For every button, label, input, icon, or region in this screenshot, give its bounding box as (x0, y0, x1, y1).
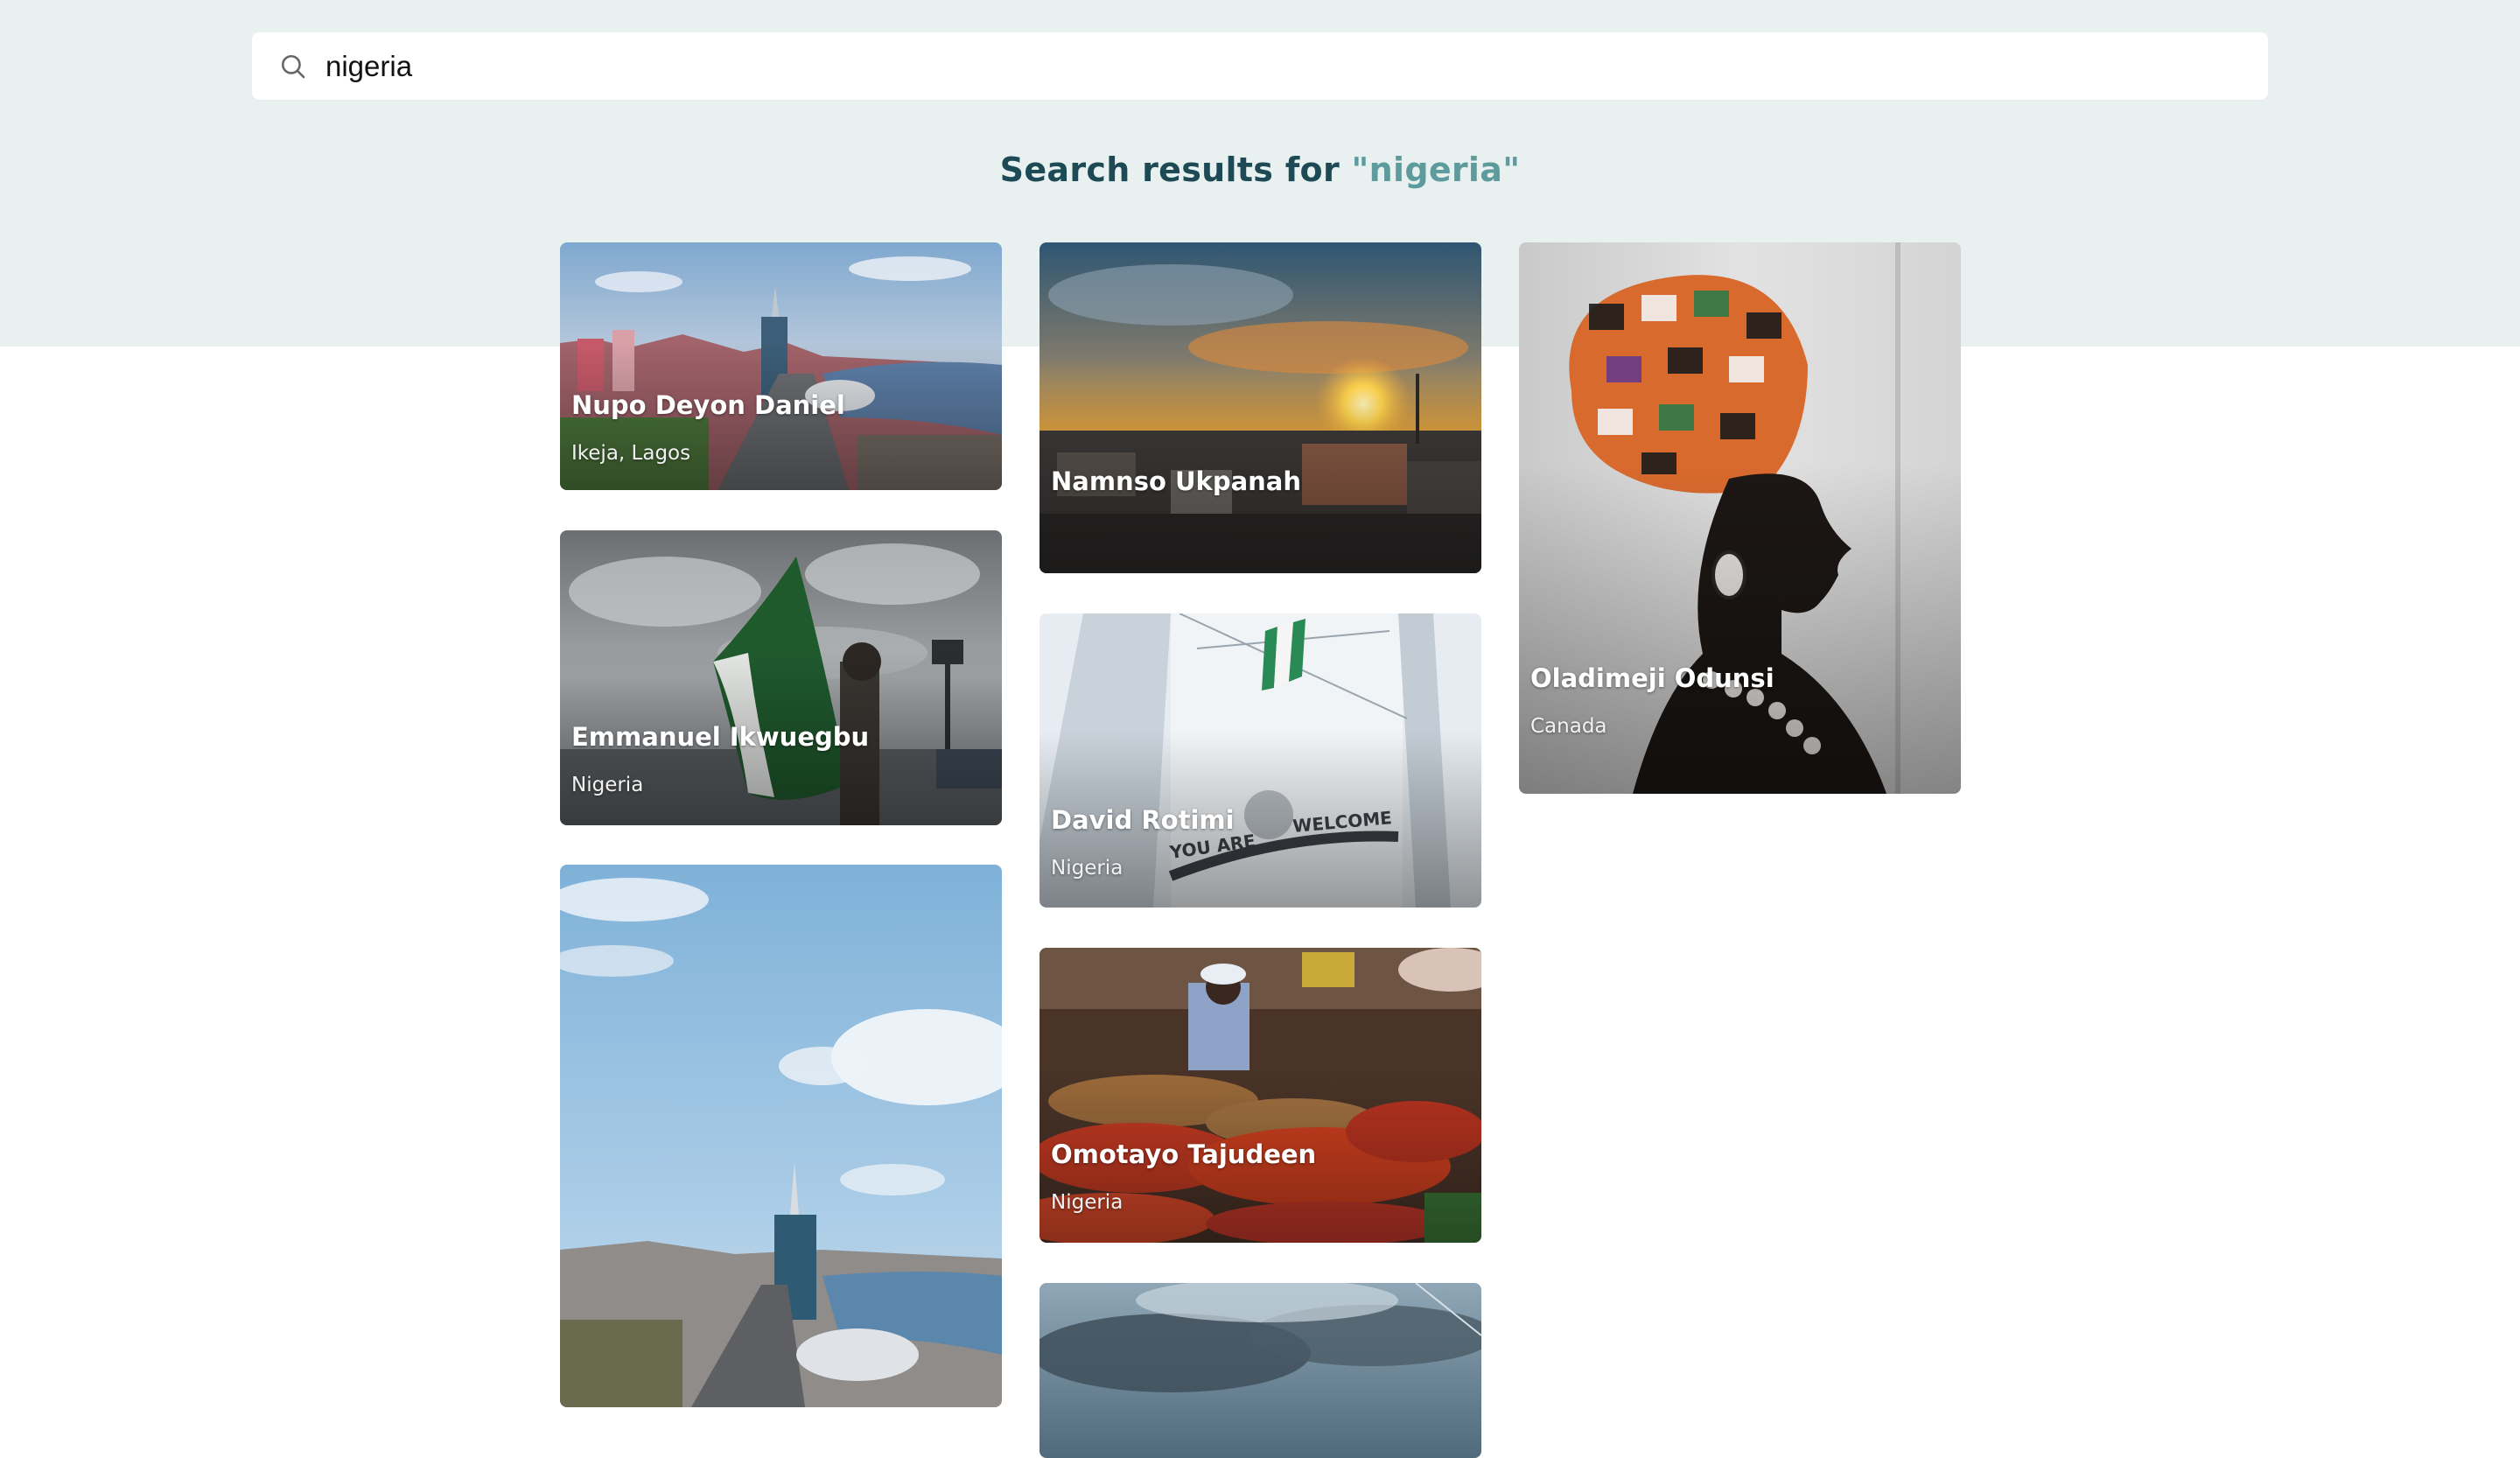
card-shade (1519, 463, 1961, 794)
photo-card-sunset[interactable]: Namnso Ukpanah (1040, 242, 1481, 573)
search-input[interactable] (326, 39, 2207, 93)
card-photo-lagos-tower (560, 865, 1002, 1407)
card-author-name: Nupo Deyon Daniel (571, 390, 845, 420)
search-icon (281, 54, 305, 78)
card-author-name: Namnso Ukpanah (1051, 466, 1302, 496)
search-bar[interactable] (252, 32, 2268, 100)
card-author-name: Emmanuel Ikwuegbu (571, 722, 870, 752)
card-author-location: Nigeria (571, 774, 644, 796)
results-heading-prefix: Search results for (999, 151, 1352, 189)
photo-card-lagos-tower[interactable] (560, 865, 1002, 1407)
card-photo-cloudy-sky (1040, 1283, 1481, 1458)
photo-card-market[interactable]: Omotayo Tajudeen Nigeria (1040, 948, 1481, 1243)
photo-card-cloudy-sky[interactable] (1040, 1283, 1481, 1458)
card-author-name: David Rotimi (1051, 805, 1235, 835)
photo-card-welcome-gate[interactable]: YOU ARE WELCOME David Rotimi Nigeria (1040, 613, 1481, 908)
photo-card-lagos-skyline[interactable]: Nupo Deyon Daniel Ikeja, Lagos (560, 242, 1002, 490)
card-author-location: Ikeja, Lagos (571, 442, 691, 465)
card-author-name: Oladimeji Odunsi (1530, 663, 1774, 693)
card-author-location: Canada (1530, 715, 1607, 738)
results-heading: Search results for "nigeria" (0, 151, 2520, 189)
card-author-location: Nigeria (1051, 857, 1124, 880)
photo-card-flag[interactable]: Emmanuel Ikwuegbu Nigeria (560, 530, 1002, 825)
photo-card-portrait[interactable]: Oladimeji Odunsi Canada (1519, 242, 1961, 794)
card-author-location: Nigeria (1051, 1191, 1124, 1214)
card-author-name: Omotayo Tajudeen (1051, 1139, 1317, 1169)
results-heading-query: "nigeria" (1351, 151, 1521, 189)
